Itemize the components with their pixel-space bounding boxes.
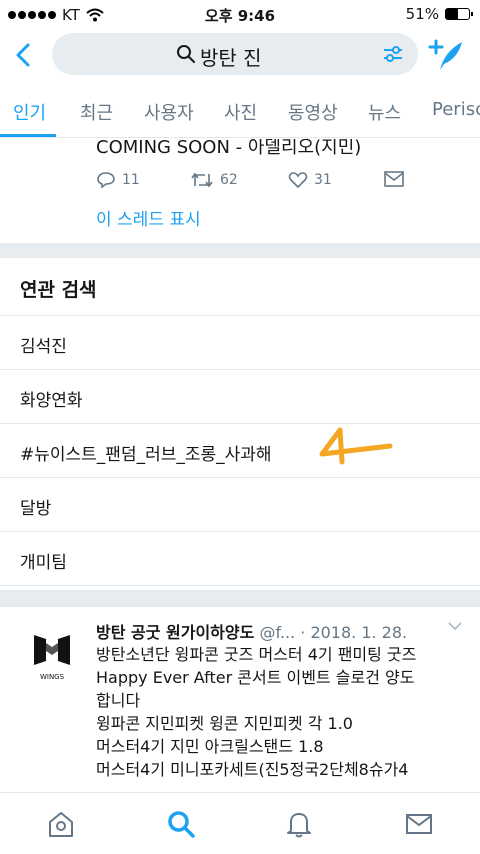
bts-logo-icon: WINGS [34,635,70,681]
tweet-line: 방탄소년단 윙파콘 굿즈 머스터 4기 팬미팅 굿즈 [96,645,417,664]
related-search-item[interactable]: 개미팀 [0,532,480,586]
retweet-count: 62 [220,172,238,188]
search-tabs: 인기 최근 사용자 사진 동영상 뉴스 Perisc [0,84,480,138]
messages-envelope-icon[interactable] [404,809,434,839]
tweet-line: 윙파콘 지민피켓 윙콘 지민피켓 각 1.0 [96,714,353,733]
related-search-item[interactable]: 화양연화 [0,370,480,424]
related-search-item[interactable]: 김석진 [0,316,480,370]
tweet-author-handle[interactable]: @f... [259,623,295,642]
tab-videos[interactable]: 동영상 [288,99,338,125]
reply-button[interactable]: 11 [96,171,140,189]
section-divider [0,243,480,258]
retweet-button[interactable]: 62 [190,171,238,189]
related-search-item[interactable]: 달방 [0,478,480,532]
related-searches: 연관 검색 김석진 화양연화 #뉴이스트_팬덤_러브_조롱_사과해 달방 개미팀 [0,258,480,586]
bottom-nav [0,792,480,854]
tweet-line: 합니다 [96,691,141,710]
avatar[interactable]: WINGS [20,621,84,685]
status-right: 51% [405,5,473,23]
tweet-line: 머스터4기 미니포카세트(진5정국2단체8슈가4 [96,760,409,779]
compose-tweet-icon[interactable] [428,38,464,72]
active-tab-indicator [0,134,56,137]
annotation-arrow-icon [319,427,393,465]
tab-photos[interactable]: 사진 [224,99,257,125]
tweet-author-name[interactable]: 방탄 공굿 원가이하양도 [96,623,254,642]
notifications-bell-icon[interactable] [284,809,314,839]
tweet-line: Happy Ever After 콘서트 이벤트 슬로건 양도 [96,668,415,687]
tab-users[interactable]: 사용자 [144,99,194,125]
tweet-line: 머스터4기 지민 아크릴스탠드 1.8 [96,737,324,756]
search-header: 방탄 진 [0,30,480,80]
avatar-caption: WINGS [40,673,65,681]
related-search-item[interactable]: #뉴이스트_팬덤_러브_조롱_사과해 [0,424,480,478]
search-tab-icon[interactable] [166,809,196,839]
tweet-header: 방탄 공굿 원가이하양도 @f... · 2018. 1. 28. [96,619,476,643]
tab-news[interactable]: 뉴스 [368,99,401,125]
battery-percent: 51% [405,5,439,23]
related-searches-title: 연관 검색 [0,258,480,316]
search-icon [177,45,195,63]
tab-popular[interactable]: 인기 [13,99,46,125]
tab-periscope[interactable]: Perisc [432,99,480,120]
section-divider [0,590,480,606]
tab-latest[interactable]: 최근 [80,99,113,125]
envelope-icon [384,171,404,187]
status-bar: KT 오후 9:46 51% [0,0,480,30]
heart-icon [288,172,308,189]
tweet[interactable]: WINGS 방탄 공굿 원가이하양도 @f... · 2018. 1. 28. … [0,606,480,792]
filter-icon[interactable] [382,43,404,65]
battery-icon [445,8,473,20]
show-thread-link[interactable]: 이 스레드 표시 [96,205,201,230]
home-icon[interactable] [46,809,76,839]
tweet-text: COMING SOON - 아델리오(지민) [96,139,362,158]
like-count: 31 [314,172,332,188]
tweet-partial[interactable]: COMING SOON - 아델리오(지민) 11 62 31 이 스레드 표시 [0,139,480,243]
dm-share-button[interactable] [384,171,404,187]
search-query: 방탄 진 [200,46,262,70]
reply-count: 11 [122,172,140,188]
search-input[interactable]: 방탄 진 [52,33,418,75]
reply-icon [97,172,115,189]
tweet-text: 방탄소년단 윙파콘 굿즈 머스터 4기 팬미팅 굿즈 Happy Ever Af… [96,643,472,781]
tweet-date: · 2018. 1. 28. [300,623,408,642]
like-button[interactable]: 31 [288,171,332,189]
chevron-down-icon[interactable] [448,621,462,631]
tweet-actions: 11 62 31 [96,171,416,197]
back-icon[interactable] [10,40,40,70]
retweet-icon [191,172,213,188]
